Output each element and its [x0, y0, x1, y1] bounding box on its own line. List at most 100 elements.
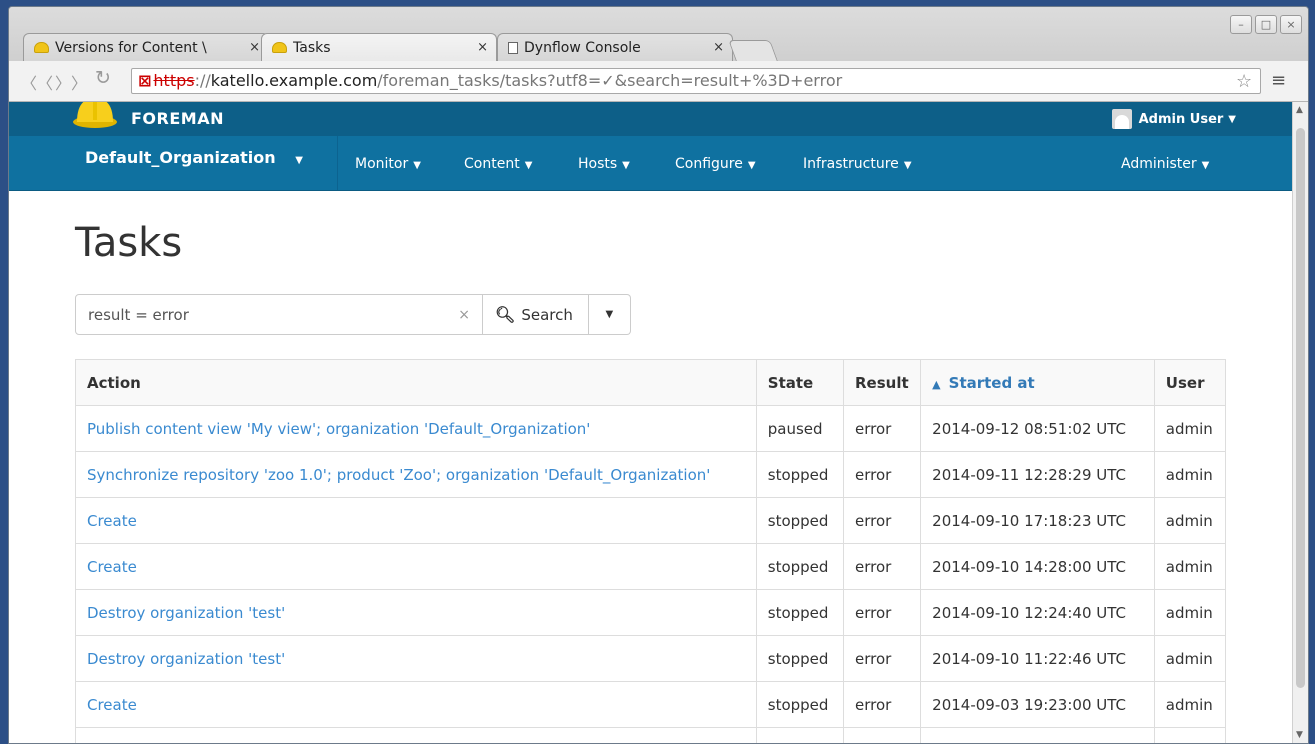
url-path: /foreman_tasks/tasks?utf8=✓&search=resul…	[377, 71, 843, 90]
chevron-down-icon: ▼	[622, 160, 630, 171]
page-icon	[508, 41, 518, 54]
column-header-action[interactable]: Action	[75, 359, 757, 406]
task-result: error	[842, 451, 922, 498]
tab-dynflow-console[interactable]: Dynflow Console ×	[497, 33, 733, 61]
tab-versions[interactable]: Versions for Content \ ×	[23, 33, 269, 61]
task-action-link[interactable]: Synchronize repository 'zoo 1.0'; produc…	[75, 451, 757, 498]
bookmark-star-icon[interactable]: ☆	[1236, 71, 1252, 92]
table-row: Create stopped error 2014-09-03 19:23:00…	[75, 681, 1227, 728]
sort-ascending-icon: ▲	[932, 377, 941, 391]
task-result: error	[842, 635, 922, 682]
forward-arrow-icon[interactable]: 〉〉	[55, 70, 87, 94]
column-header-state[interactable]: State	[755, 359, 844, 406]
tab-close-icon[interactable]: ×	[249, 40, 260, 55]
main-navbar: Default_Organization ▼ Monitor ▼ Content ▼…	[9, 136, 1292, 191]
chevron-down-icon: ▼	[747, 160, 756, 171]
tasks-table: Action State Result ▲ Started at User Pub…	[75, 359, 1227, 743]
task-user: admin	[1153, 497, 1227, 544]
insecure-lock-icon: ⊠	[138, 71, 152, 90]
tab-label: Versions for Content \	[55, 39, 207, 56]
task-started-at: 2014-09-10 14:28:00 UTC	[920, 543, 1155, 590]
nav-configure[interactable]: Configure ▼	[675, 156, 756, 172]
task-action-link[interactable]: Destroy organization 'test'	[75, 635, 757, 682]
task-user: admin	[1153, 405, 1227, 452]
browser-window: Versions for Content \ × Tasks × Dynflow…	[8, 6, 1309, 744]
maximize-button[interactable]: □	[1255, 15, 1277, 34]
url-separator: ://	[194, 71, 211, 90]
tab-label: Dynflow Console	[524, 39, 641, 56]
chevron-down-icon: ▼	[1228, 113, 1236, 125]
menu-icon[interactable]: ≡	[1271, 70, 1286, 91]
minimize-button[interactable]: –	[1230, 15, 1252, 34]
back-arrow-icon[interactable]: 〈〈	[21, 70, 53, 94]
url-host: katello.example.com	[210, 71, 378, 90]
search-button-label: Search	[521, 305, 573, 324]
clear-search-icon[interactable]: ×	[458, 307, 470, 323]
task-action-link[interactable]: Publish content view 'My view'; organiza…	[75, 405, 757, 452]
nav-monitor[interactable]: Monitor ▼	[355, 156, 421, 172]
table-header-row: Action State Result ▲ Started at User	[75, 359, 1227, 406]
nav-administer[interactable]: Administer ▼	[1121, 156, 1209, 172]
task-user: admin	[1153, 681, 1227, 728]
search-icon: 🔍︎	[495, 305, 516, 324]
scroll-down-icon[interactable]: ▼	[1296, 730, 1303, 740]
task-state: stopped	[755, 497, 844, 544]
task-user: admin	[1153, 543, 1227, 590]
task-state: stopped	[755, 727, 844, 743]
column-header-result[interactable]: Result	[842, 359, 922, 406]
nav-content[interactable]: Content ▼	[464, 156, 532, 172]
search-button[interactable]: 🔍︎ Search	[483, 294, 589, 335]
nav-label: Infrastructure	[803, 156, 899, 172]
tab-strip: Versions for Content \ × Tasks × Dynflow…	[9, 7, 1308, 61]
table-row: Synchronize repository 'zoo 1.0'; produc…	[75, 451, 1227, 498]
browser-toolbar: 〈〈 〉〉 ↻ ⊠ https://katello.example.com/for…	[9, 61, 1308, 102]
chevron-down-icon: ▼	[605, 309, 614, 320]
search-input[interactable]: result = error ×	[75, 294, 483, 335]
task-user: admin	[1153, 451, 1227, 498]
nav-infrastructure[interactable]: Infrastructure ▼	[803, 156, 912, 172]
task-action-link[interactable]: Destroy organization 'test'	[75, 589, 757, 636]
task-started-at: 2014-09-12 08:51:02 UTC	[920, 405, 1155, 452]
close-window-button[interactable]: ×	[1280, 15, 1302, 34]
task-started-at: 2014-09-11 12:28:29 UTC	[920, 451, 1155, 498]
brand-name[interactable]: FOREMAN	[131, 109, 224, 128]
url-scheme: https	[153, 71, 195, 90]
task-action-link[interactable]: Create	[75, 727, 757, 743]
scroll-up-icon[interactable]: ▲	[1296, 105, 1303, 115]
vertical-scrollbar[interactable]: ▲ ▼	[1292, 102, 1308, 743]
nav-label: Hosts	[578, 156, 618, 172]
task-result: error	[842, 497, 922, 544]
address-bar[interactable]: ⊠ https://katello.example.com/foreman_tas…	[131, 68, 1261, 94]
nav-label: Configure	[675, 156, 743, 172]
task-action-link[interactable]: Create	[75, 681, 757, 728]
task-state: paused	[755, 405, 844, 452]
chevron-down-icon: ▼	[903, 160, 912, 171]
task-action-link[interactable]: Create	[75, 543, 757, 590]
tab-close-icon[interactable]: ×	[477, 40, 488, 55]
task-action-link[interactable]: Create	[75, 497, 757, 544]
tab-label: Tasks	[293, 39, 331, 56]
user-name: Admin User	[1138, 111, 1224, 127]
new-tab-button[interactable]	[728, 40, 778, 61]
table-row: Destroy organization 'test' stopped erro…	[75, 635, 1227, 682]
scrollbar-thumb[interactable]	[1296, 128, 1305, 688]
column-header-started-at[interactable]: ▲ Started at	[920, 359, 1155, 406]
nav-label: Administer	[1121, 156, 1197, 172]
task-started-at: 2014-09-10 11:22:46 UTC	[920, 635, 1155, 682]
foreman-logo-icon[interactable]	[71, 102, 119, 130]
search-options-dropdown[interactable]: ▼	[588, 294, 631, 335]
nav-label: Monitor	[355, 156, 409, 172]
search-value: result = error	[88, 305, 189, 324]
nav-divider	[337, 136, 338, 190]
reload-icon[interactable]: ↻	[95, 67, 111, 89]
column-header-user[interactable]: User	[1153, 359, 1227, 406]
nav-hosts[interactable]: Hosts ▼	[578, 156, 630, 172]
tab-tasks[interactable]: Tasks ×	[261, 33, 497, 61]
chevron-down-icon: ▼	[1201, 160, 1210, 171]
organization-selector[interactable]: Default_Organization ▼	[85, 148, 303, 167]
user-menu[interactable]: Admin User ▼	[1111, 109, 1236, 129]
page-viewport: FOREMAN Admin User ▼ Default_Organizatio…	[9, 102, 1292, 743]
task-state: stopped	[755, 681, 844, 728]
task-result: error	[842, 589, 922, 636]
tab-close-icon[interactable]: ×	[713, 40, 724, 55]
